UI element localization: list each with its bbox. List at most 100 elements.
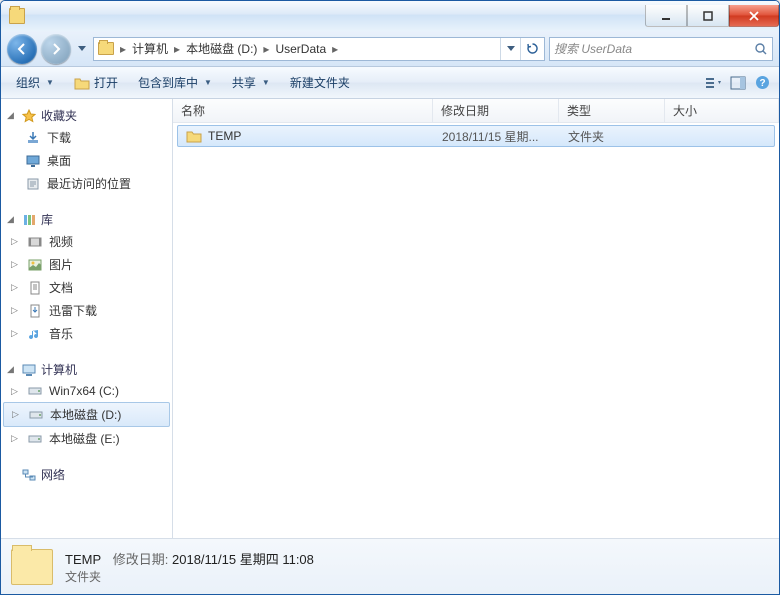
favorites-group: ◢ 收藏夹 下载 桌面 最近访问的位置: [1, 105, 172, 195]
folder-icon: [98, 42, 114, 55]
file-row[interactable]: TEMP 2018/11/15 星期... 文件夹: [177, 125, 775, 147]
details-date-label: 修改日期:: [113, 552, 169, 567]
help-button[interactable]: ?: [751, 75, 773, 90]
computer-label: 计算机: [41, 361, 77, 378]
folder-icon: [186, 128, 202, 144]
breadcrumb-sep-icon[interactable]: ▸: [261, 42, 271, 56]
nav-bar: ▸ 计算机 ▸ 本地磁盘 (D:) ▸ UserData ▸ 搜索 UserDa…: [1, 31, 779, 67]
view-options-button[interactable]: [703, 76, 725, 90]
address-dropdown[interactable]: [500, 38, 520, 60]
libraries-header[interactable]: ◢ 库: [1, 209, 172, 230]
details-pane: TEMP 修改日期: 2018/11/15 星期四 11:08 文件夹: [1, 538, 779, 594]
expand-icon: ▷: [11, 282, 21, 293]
column-name[interactable]: 名称: [173, 99, 433, 122]
minimize-button[interactable]: [645, 5, 687, 27]
file-date-cell: 2018/11/15 星期...: [434, 128, 560, 145]
column-type[interactable]: 类型: [559, 99, 665, 122]
details-type: 文件夹: [65, 568, 314, 585]
breadcrumb-drive[interactable]: 本地磁盘 (D:): [182, 38, 261, 60]
details-name: TEMP: [65, 552, 101, 567]
expand-icon: ▷: [11, 386, 21, 397]
expand-icon: ▷: [11, 236, 21, 247]
sidebar-item-drive-e[interactable]: ▷本地磁盘 (E:): [1, 427, 172, 450]
breadcrumb-sep-icon[interactable]: ▸: [330, 42, 340, 56]
column-headers: 名称 修改日期 类型 大小: [173, 99, 779, 123]
download-icon: [27, 303, 43, 319]
sidebar-item-music[interactable]: ▷音乐: [1, 322, 172, 345]
document-icon: [27, 280, 43, 296]
sidebar-item-documents[interactable]: ▷文档: [1, 276, 172, 299]
sidebar-item-pictures[interactable]: ▷图片: [1, 253, 172, 276]
search-placeholder: 搜索 UserData: [554, 40, 632, 57]
expand-icon: ▷: [11, 328, 21, 339]
favorites-header[interactable]: ◢ 收藏夹: [1, 105, 172, 126]
drive-icon: [28, 407, 44, 423]
folder-large-icon: [11, 549, 53, 585]
expand-icon: ▷: [11, 433, 21, 444]
file-type-cell: 文件夹: [560, 128, 666, 145]
include-button[interactable]: 包含到库中▼: [129, 71, 221, 95]
recent-icon: [25, 176, 41, 192]
search-icon: [754, 42, 768, 56]
network-group: ▷ 网络: [1, 464, 172, 485]
maximize-button[interactable]: [687, 5, 729, 27]
refresh-button[interactable]: [520, 38, 544, 60]
nav-history-dropdown[interactable]: [75, 46, 89, 51]
breadcrumb-sep-icon[interactable]: ▸: [172, 42, 182, 56]
music-icon: [27, 326, 43, 342]
breadcrumb-folder[interactable]: UserData: [271, 38, 330, 60]
expand-icon: ▷: [12, 409, 22, 420]
download-icon: [25, 130, 41, 146]
open-button[interactable]: 打开: [65, 71, 127, 95]
sidebar-item-videos[interactable]: ▷视频: [1, 230, 172, 253]
favorites-label: 收藏夹: [41, 107, 77, 124]
network-icon: [21, 467, 37, 483]
toolbar: 组织▼ 打开 包含到库中▼ 共享▼ 新建文件夹 ?: [1, 67, 779, 99]
details-info: TEMP 修改日期: 2018/11/15 星期四 11:08 文件夹: [65, 549, 314, 585]
organize-button[interactable]: 组织▼: [7, 71, 63, 95]
collapse-icon: ◢: [7, 110, 17, 121]
search-box[interactable]: 搜索 UserData: [549, 37, 773, 61]
explorer-window: ▸ 计算机 ▸ 本地磁盘 (D:) ▸ UserData ▸ 搜索 UserDa…: [0, 0, 780, 595]
network-label: 网络: [41, 466, 65, 483]
window-folder-icon: [9, 8, 25, 24]
new-folder-button[interactable]: 新建文件夹: [281, 71, 359, 95]
star-icon: [21, 108, 37, 124]
sidebar-item-drive-c[interactable]: ▷Win7x64 (C:): [1, 380, 172, 402]
sidebar-item-desktop[interactable]: 桌面: [1, 149, 172, 172]
libraries-label: 库: [41, 211, 53, 228]
desktop-icon: [25, 153, 41, 169]
expand-icon: ▷: [11, 259, 21, 270]
breadcrumb-sep-icon[interactable]: ▸: [118, 42, 128, 56]
preview-pane-button[interactable]: [727, 76, 749, 90]
collapse-icon: ◢: [7, 364, 17, 375]
drive-icon: [27, 431, 43, 447]
forward-button[interactable]: [41, 34, 71, 64]
body: ◢ 收藏夹 下载 桌面 最近访问的位置 ◢ 库 ▷视频 ▷图片 ▷文档 ▷迅雷下…: [1, 99, 779, 538]
back-button[interactable]: [7, 34, 37, 64]
open-folder-icon: [74, 75, 90, 91]
title-bar[interactable]: [1, 1, 779, 31]
drive-icon: [27, 383, 43, 399]
expand-icon: ▷: [11, 305, 21, 316]
breadcrumb-computer[interactable]: 计算机: [128, 38, 172, 60]
libraries-group: ◢ 库 ▷视频 ▷图片 ▷文档 ▷迅雷下载 ▷音乐: [1, 209, 172, 345]
sidebar-item-downloads[interactable]: 下载: [1, 126, 172, 149]
column-date[interactable]: 修改日期: [433, 99, 559, 122]
computer-header[interactable]: ◢ 计算机: [1, 359, 172, 380]
picture-icon: [27, 257, 43, 273]
file-list[interactable]: TEMP 2018/11/15 星期... 文件夹: [173, 123, 779, 538]
library-icon: [21, 212, 37, 228]
share-button[interactable]: 共享▼: [223, 71, 279, 95]
sidebar-item-recent[interactable]: 最近访问的位置: [1, 172, 172, 195]
column-size[interactable]: 大小: [665, 99, 779, 122]
sidebar-item-xunlei[interactable]: ▷迅雷下载: [1, 299, 172, 322]
computer-icon: [21, 362, 37, 378]
address-bar[interactable]: ▸ 计算机 ▸ 本地磁盘 (D:) ▸ UserData ▸: [93, 37, 545, 61]
sidebar: ◢ 收藏夹 下载 桌面 最近访问的位置 ◢ 库 ▷视频 ▷图片 ▷文档 ▷迅雷下…: [1, 99, 173, 538]
content-pane: 名称 修改日期 类型 大小 TEMP 2018/11/15 星期... 文件夹: [173, 99, 779, 538]
window-buttons: [645, 5, 779, 27]
close-button[interactable]: [729, 5, 779, 27]
sidebar-item-drive-d[interactable]: ▷本地磁盘 (D:): [3, 402, 170, 427]
network-header[interactable]: ▷ 网络: [1, 464, 172, 485]
